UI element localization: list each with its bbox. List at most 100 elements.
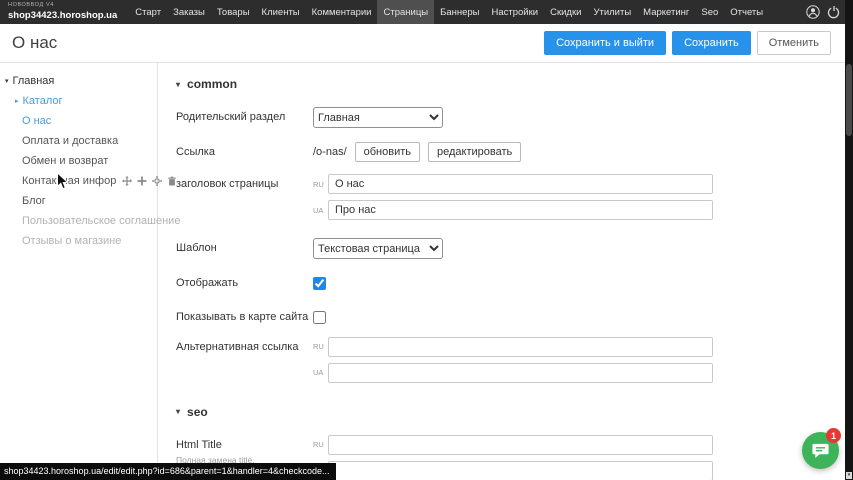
tree-item-blog[interactable]: Блог (0, 191, 157, 211)
parent-section-label: Родительский раздел (176, 107, 313, 128)
tree-item-catalog[interactable]: ▸ Каталог (0, 91, 157, 111)
template-row: Шаблон Текстовая страница (176, 238, 853, 259)
menu-item-pages[interactable]: Страницы (377, 0, 434, 24)
tree-item-label: Каталог (23, 95, 63, 107)
chat-bubble-icon (811, 441, 830, 460)
display-label: Отображать (176, 273, 313, 291)
gear-icon[interactable] (152, 176, 162, 186)
trash-icon[interactable] (167, 176, 177, 186)
chat-notification-badge: 1 (826, 428, 841, 443)
tree-item-store-reviews[interactable]: Отзывы о магазине (0, 231, 157, 251)
menu-item-banners[interactable]: Баннеры (434, 0, 485, 24)
menu-item-marketing[interactable]: Маркетинг (637, 0, 695, 24)
cancel-button[interactable]: Отменить (757, 31, 831, 55)
html-title-label-text: Html Title (176, 439, 222, 451)
tree-item-label: Отзывы о магазине (22, 235, 121, 247)
tree-item-label: Оплата и доставка (22, 135, 118, 147)
sitemap-row: Показывать в карте сайта (176, 307, 853, 325)
menu-item-reports[interactable]: Отчеты (724, 0, 769, 24)
page-edit-form: ▾ common Родительский раздел Главная Ссы… (157, 63, 853, 480)
page-title-ru-input[interactable] (328, 174, 713, 194)
menu-item-orders[interactable]: Заказы (167, 0, 211, 24)
chat-widget-button[interactable]: 1 (802, 432, 839, 469)
section-common[interactable]: ▾ common (176, 77, 853, 91)
lang-ru-label: RU (313, 342, 328, 351)
page-title-ua-input[interactable] (328, 200, 713, 220)
parent-section-select[interactable]: Главная (313, 107, 443, 128)
alt-link-label: Альтернативная ссылка (176, 337, 313, 383)
menu-item-start[interactable]: Старт (129, 0, 167, 24)
alt-link-ru-input[interactable] (328, 337, 713, 357)
menu-item-settings[interactable]: Настройки (486, 0, 545, 24)
tree-item-label: Контактная инфор (22, 175, 116, 187)
logo-version: НОВОВВОД V4 (8, 3, 117, 9)
section-seo-label: seo (187, 405, 208, 419)
lang-ru-label: RU (313, 180, 328, 189)
tree-item-about-active[interactable]: О нас (0, 111, 157, 131)
header-buttons: Сохранить и выйти Сохранить Отменить (544, 31, 831, 55)
link-refresh-button[interactable]: обновить (355, 142, 420, 162)
tree-item-label: Главная (13, 75, 55, 87)
save-and-exit-button[interactable]: Сохранить и выйти (544, 31, 666, 55)
menu-item-clients[interactable]: Клиенты (256, 0, 306, 24)
template-select[interactable]: Текстовая страница (313, 238, 443, 259)
link-edit-button[interactable]: редактировать (428, 142, 521, 162)
menu-item-comments[interactable]: Комментарии (306, 0, 378, 24)
save-button[interactable]: Сохранить (672, 31, 751, 55)
page-title-row: заголовок страницы RU UA (176, 174, 853, 220)
page-header: О нас Сохранить и выйти Сохранить Отмени… (0, 24, 853, 62)
display-row: Отображать (176, 273, 853, 291)
alt-link-ua-input[interactable] (328, 363, 713, 383)
sitemap-label: Показывать в карте сайта (176, 307, 313, 325)
scrollbar-down-button[interactable]: ▾ (846, 472, 852, 479)
link-row: Ссылка /o-nas/ обновить редактировать (176, 142, 853, 162)
tree-item-label: О нас (22, 115, 51, 127)
menu-item-discounts[interactable]: Скидки (544, 0, 587, 24)
tree-item-payment-delivery[interactable]: Оплата и доставка (0, 131, 157, 151)
menu-item-products[interactable]: Товары (211, 0, 256, 24)
chevron-down-icon[interactable]: ▾ (5, 77, 9, 85)
lang-ua-label: UA (313, 206, 328, 215)
main-menu: Старт Заказы Товары Клиенты Комментарии … (129, 0, 769, 24)
page-scrollbar[interactable]: ▾ (845, 0, 853, 480)
tree-item-exchange-return[interactable]: Обмен и возврат (0, 151, 157, 171)
topbar-icons (806, 0, 841, 24)
add-icon[interactable] (137, 176, 147, 186)
html-title-ru-input[interactable] (328, 435, 713, 455)
link-label: Ссылка (176, 142, 313, 162)
html-title-ua-input[interactable] (328, 461, 713, 480)
alt-link-row: Альтернативная ссылка RU UA (176, 337, 853, 383)
topbar: НОВОВВОД V4 shop34423.horoshop.ua Старт … (0, 0, 853, 24)
parent-section-row: Родительский раздел Главная (176, 107, 853, 128)
tree-item-label: Обмен и возврат (22, 155, 108, 167)
browser-status-url: shop34423.horoshop.ua/edit/edit.php?id=6… (0, 463, 336, 480)
tree-item-user-agreement[interactable]: Пользовательское соглашение (0, 211, 157, 231)
logo-domain: shop34423.horoshop.ua (8, 11, 117, 21)
link-path: /o-nas/ (313, 146, 347, 158)
move-icon[interactable] (122, 176, 132, 186)
template-label: Шаблон (176, 238, 313, 259)
page-title: О нас (12, 33, 57, 53)
tree-item-contact-info[interactable]: Контактная инфор (0, 171, 157, 191)
chevron-down-icon: ▾ (176, 407, 180, 416)
chevron-right-icon[interactable]: ▸ (15, 97, 19, 105)
chevron-down-icon: ▾ (176, 80, 180, 89)
account-icon[interactable] (806, 5, 820, 19)
logout-icon[interactable] (827, 5, 841, 19)
section-seo[interactable]: ▾ seo (176, 405, 853, 419)
tree-item-actions (122, 176, 177, 186)
tree-item-label: Пользовательское соглашение (22, 215, 180, 227)
lang-ru-label: RU (313, 440, 328, 449)
logo[interactable]: НОВОВВОД V4 shop34423.horoshop.ua (0, 0, 129, 24)
menu-item-utilities[interactable]: Утилиты (587, 0, 637, 24)
pages-tree-sidebar: ▾ Главная ▸ Каталог О нас Оплата и доста… (0, 63, 157, 480)
scrollbar-thumb[interactable] (846, 64, 852, 136)
display-checkbox[interactable] (313, 277, 326, 290)
lang-ua-label: UA (313, 368, 328, 377)
content-area: ▾ Главная ▸ Каталог О нас Оплата и доста… (0, 62, 853, 480)
menu-item-seo[interactable]: Seo (695, 0, 724, 24)
tree-item-label: Блог (22, 195, 46, 207)
tree-item-home[interactable]: ▾ Главная (0, 71, 157, 91)
sitemap-checkbox[interactable] (313, 311, 326, 324)
page-title-label: заголовок страницы (176, 174, 313, 220)
